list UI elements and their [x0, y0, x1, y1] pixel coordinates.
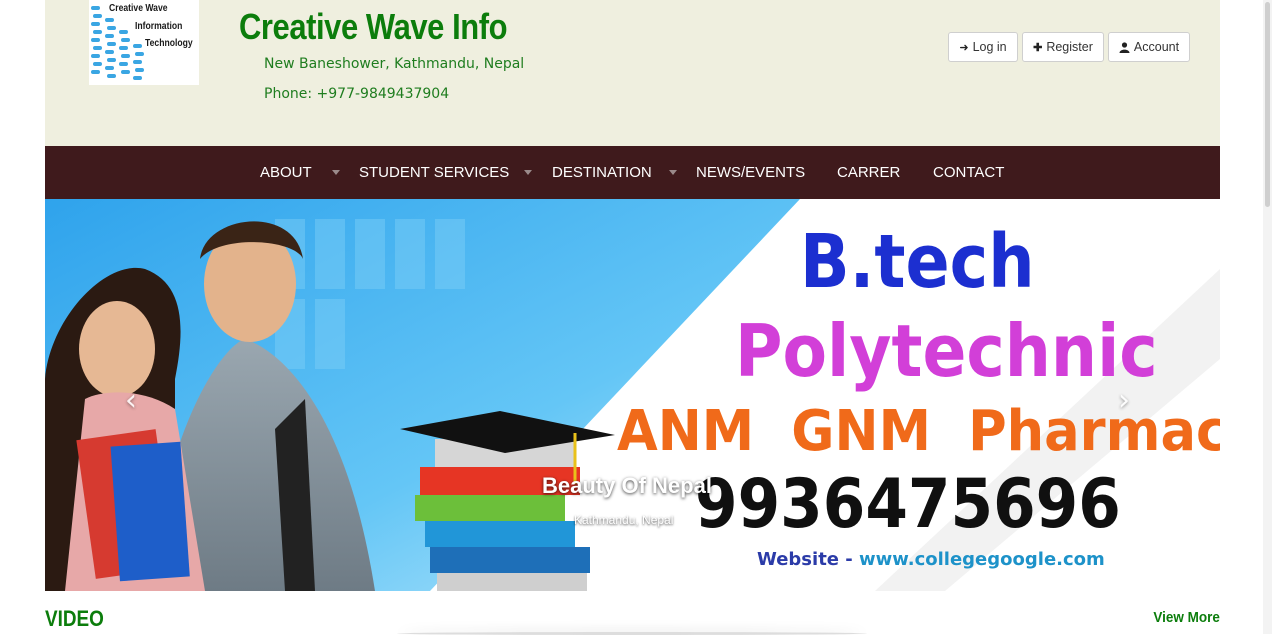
site-logo[interactable]: Creative Wave Information Technology	[89, 0, 199, 85]
site-header: Creative Wave Information Technology Cre…	[45, 0, 1220, 146]
logo-text-line-3: Technology	[145, 37, 193, 49]
carousel-next-icon[interactable]: ›	[1118, 383, 1130, 418]
site-phone: Phone: +977-9849437904	[264, 86, 450, 102]
login-label: Log in	[972, 40, 1007, 54]
login-icon: ➜	[959, 41, 969, 54]
nav-item-student-services[interactable]: STUDENT SERVICES	[359, 146, 509, 199]
site-title[interactable]: Creative Wave Info	[239, 6, 508, 48]
logo-text-line-1: Creative Wave	[109, 2, 168, 14]
login-button[interactable]: ➜ Log in	[948, 32, 1018, 62]
nav-item-destination[interactable]: DESTINATION	[552, 146, 652, 199]
banner-website-line: Website - www.collegegoogle.com	[757, 549, 1105, 570]
chevron-down-icon[interactable]	[524, 170, 532, 175]
site-address: New Baneshower, Kathmandu, Nepal	[264, 56, 525, 72]
banner-text-btech: B.tech	[800, 219, 1035, 305]
chevron-down-icon[interactable]	[332, 170, 340, 175]
view-more-link[interactable]: View More	[1153, 609, 1220, 626]
banner-website-url: www.collegegoogle.com	[859, 549, 1105, 570]
banner-text-phone: 9936475696	[695, 465, 1121, 544]
scrollbar-thumb[interactable]	[1265, 2, 1270, 207]
carousel-caption-subtitle: Kathmandu, Nepal	[574, 513, 674, 527]
video-section-heading: VIDEO	[45, 606, 104, 631]
account-button[interactable]: Account	[1108, 32, 1190, 62]
user-icon	[1119, 41, 1130, 53]
banner-text-polytechnic: Polytechnic	[735, 309, 1158, 393]
page-container: Creative Wave Information Technology Cre…	[45, 0, 1220, 635]
account-label: Account	[1133, 40, 1180, 54]
hero-carousel[interactable]: B.tech Polytechnic ANM GNM Pharmacy 9936…	[45, 199, 1220, 591]
nav-item-contact[interactable]: CONTACT	[933, 146, 1004, 199]
carousel-caption-title: Beauty Of Nepal	[542, 473, 712, 498]
page-scrollbar[interactable]	[1263, 0, 1272, 634]
plus-icon: ✚	[1033, 41, 1043, 54]
banner-website-label: Website -	[757, 549, 860, 570]
chevron-down-icon[interactable]	[669, 170, 677, 175]
nav-item-carrer[interactable]: CARRER	[837, 146, 900, 199]
register-label: Register	[1046, 40, 1093, 54]
carousel-prev-icon[interactable]: ‹	[125, 383, 137, 418]
register-button[interactable]: ✚ Register	[1022, 32, 1104, 62]
nav-item-about[interactable]: ABOUT	[260, 146, 312, 199]
logo-text-line-2: Information	[135, 20, 183, 32]
main-navbar: ABOUT STUDENT SERVICES DESTINATION NEWS/…	[45, 146, 1220, 199]
nav-item-news-events[interactable]: NEWS/EVENTS	[696, 146, 805, 199]
